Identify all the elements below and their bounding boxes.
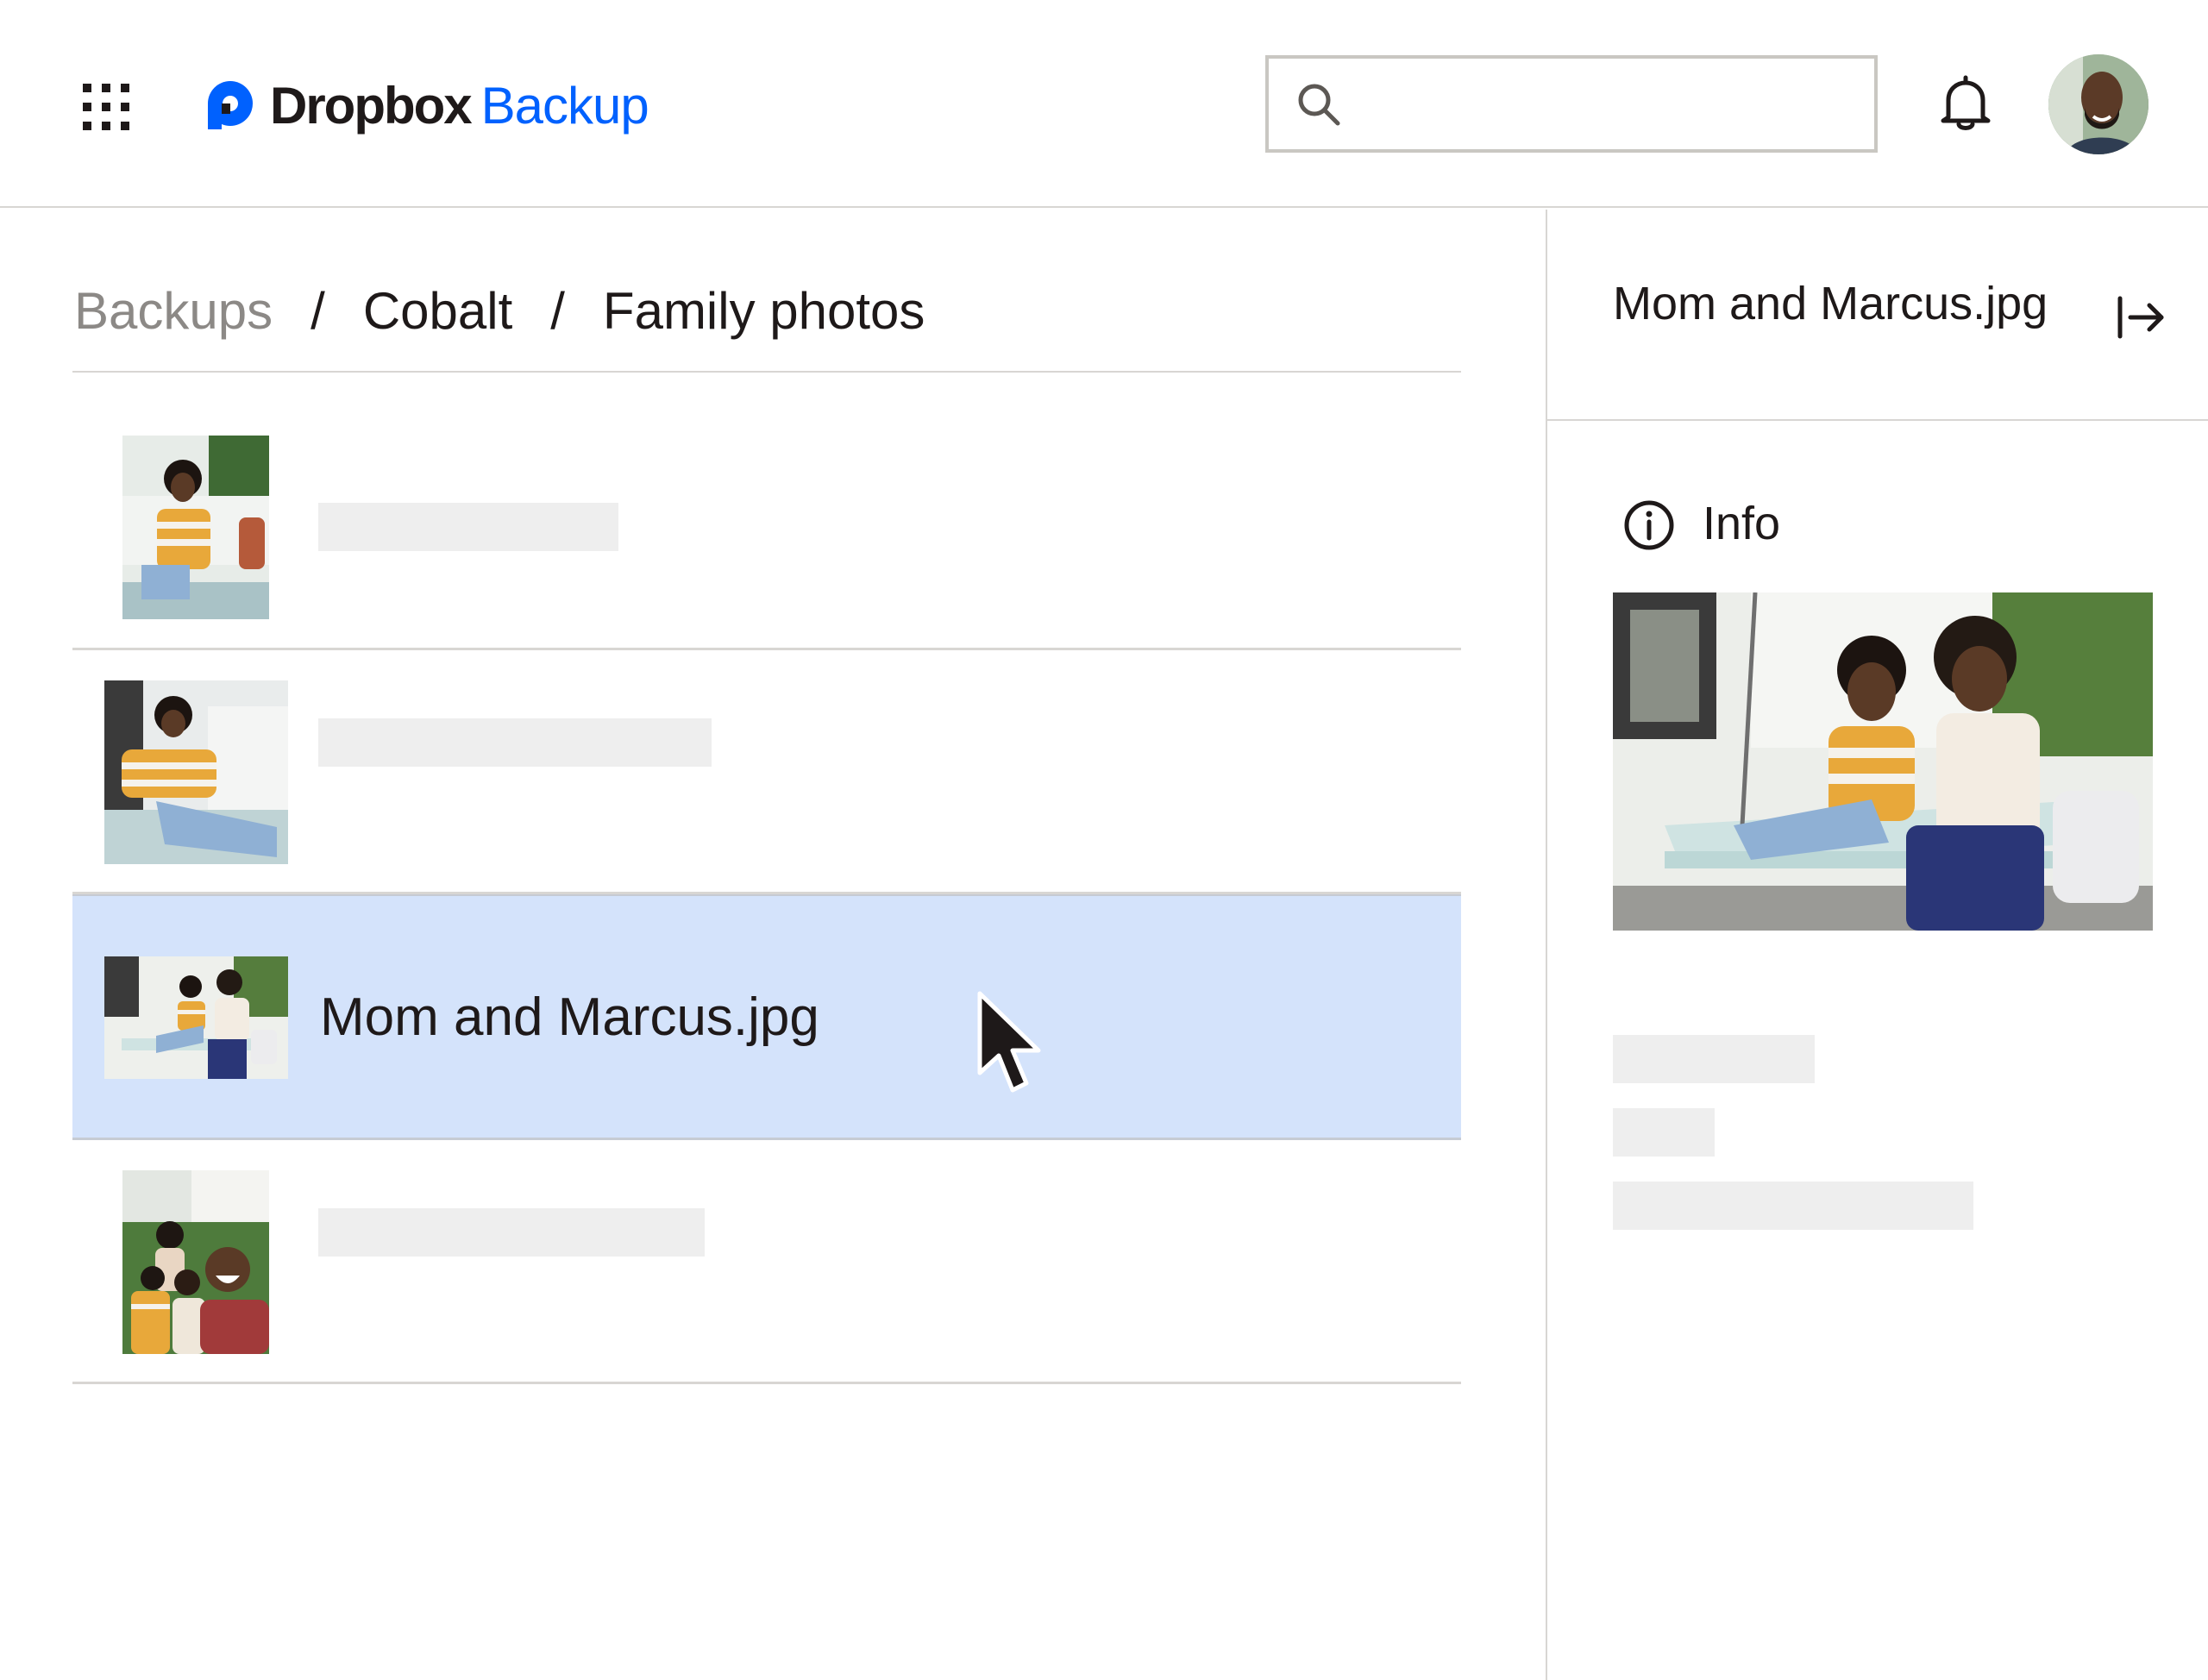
- photo-mom-and-marcus-preview: [1613, 592, 2153, 931]
- details-panel: Mom and Marcus.jpg Info: [1546, 210, 2208, 1680]
- meta-placeholder: [1613, 1182, 1973, 1230]
- brand-name: Dropbox: [270, 76, 473, 135]
- dropbox-logo-icon: [208, 81, 253, 129]
- meta-placeholder: [1613, 1108, 1715, 1157]
- mouse-pointer-icon: [977, 991, 1041, 1093]
- app-grid-icon[interactable]: [83, 84, 129, 130]
- photo-family-selfie: [122, 1170, 269, 1354]
- top-bar: Dropbox Backup: [0, 0, 2208, 208]
- file-name: Mom and Marcus.jpg: [320, 987, 819, 1047]
- filename-placeholder: [318, 718, 712, 767]
- photo-mom-and-marcus: [104, 956, 288, 1079]
- dropbox-backup-logo[interactable]: Dropbox Backup: [201, 71, 649, 140]
- avatar[interactable]: [2048, 54, 2148, 154]
- breadcrumb-separator: /: [550, 281, 565, 340]
- dropbox-backup-app: Dropbox Backup Backups / Cobalt / Family…: [0, 0, 2208, 1680]
- info-icon: [1624, 500, 1674, 550]
- file-preview[interactable]: [1613, 592, 2153, 931]
- breadcrumb-backups[interactable]: Backups: [74, 281, 273, 341]
- breadcrumb-cobalt[interactable]: Cobalt: [363, 281, 512, 341]
- file-list: Mom and Marcus.jpg: [72, 405, 1461, 1384]
- file-thumbnail: [104, 680, 288, 864]
- bell-icon[interactable]: [1935, 72, 1997, 135]
- filename-placeholder: [318, 503, 618, 551]
- search-box[interactable]: [1265, 55, 1878, 153]
- file-thumbnail: [122, 436, 269, 619]
- file-thumbnail: [122, 1170, 269, 1354]
- file-row-selected[interactable]: Mom and Marcus.jpg: [72, 894, 1461, 1140]
- file-thumbnail: [104, 956, 288, 1079]
- filename-placeholder: [318, 1208, 705, 1257]
- breadcrumb-family-photos[interactable]: Family photos: [603, 281, 925, 341]
- search-input[interactable]: [1343, 59, 1874, 149]
- file-row[interactable]: [72, 650, 1461, 894]
- photo-boy-on-swing: [122, 436, 269, 619]
- product-name: Backup: [480, 76, 649, 135]
- user-photo: [2048, 54, 2148, 154]
- divider: [72, 371, 1461, 373]
- panel-file-title: Mom and Marcus.jpg: [1613, 278, 2048, 329]
- collapse-panel-icon[interactable]: [2115, 291, 2168, 343]
- file-row[interactable]: [72, 1140, 1461, 1384]
- divider: [1547, 419, 2208, 421]
- search-icon: [1298, 84, 1340, 125]
- file-row[interactable]: [72, 405, 1461, 650]
- info-section-label: Info: [1703, 498, 1781, 549]
- photo-boy-lying-on-swing: [104, 680, 288, 864]
- breadcrumb: Backups / Cobalt / Family photos: [74, 272, 925, 349]
- breadcrumb-separator: /: [310, 281, 325, 340]
- meta-placeholder: [1613, 1035, 1815, 1083]
